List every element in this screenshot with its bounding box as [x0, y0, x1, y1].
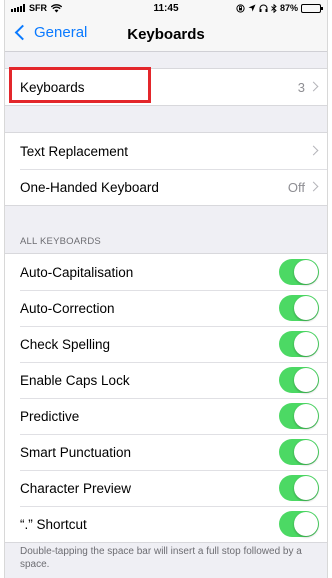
toggle-row-check-spelling: Check Spelling	[5, 326, 327, 362]
keyboards-group: Keyboards 3	[5, 68, 327, 106]
toggle-switch[interactable]	[279, 367, 319, 393]
chevron-right-icon	[308, 145, 319, 156]
all-keyboards-group: Auto-Capitalisation Auto-Correction Chec…	[5, 253, 327, 543]
settings-screen: SFR 11:45 87% General Keyboards Keyboard…	[4, 0, 328, 578]
settings-group: Text Replacement One-Handed Keyboard Off	[5, 132, 327, 206]
rotation-lock-icon	[236, 3, 245, 13]
toggle-switch[interactable]	[279, 331, 319, 357]
row-label: Predictive	[20, 408, 80, 424]
row-label: Enable Caps Lock	[20, 372, 130, 388]
one-handed-keyboard-row[interactable]: One-Handed Keyboard Off	[5, 169, 327, 205]
bluetooth-icon	[271, 3, 277, 13]
row-label: One-Handed Keyboard	[20, 179, 159, 195]
row-value: 3	[297, 79, 305, 95]
row-label: Check Spelling	[20, 336, 111, 352]
chevron-right-icon	[308, 81, 319, 92]
row-label: Keyboards	[20, 79, 85, 95]
row-value: Off	[287, 179, 305, 195]
text-replacement-row[interactable]: Text Replacement	[5, 133, 327, 169]
toggle-row-period-shortcut: “.” Shortcut	[5, 506, 327, 542]
battery-icon	[301, 3, 323, 13]
toggle-row-auto-correction: Auto-Correction	[5, 290, 327, 326]
headphones-icon	[259, 4, 268, 12]
section-header: ALL KEYBOARDS	[20, 236, 101, 247]
toggle-row-smart-punctuation: Smart Punctuation	[5, 434, 327, 470]
row-label: “.” Shortcut	[20, 516, 87, 532]
keyboards-row[interactable]: Keyboards 3	[5, 69, 327, 105]
page-title: Keyboards	[127, 26, 205, 43]
toggle-switch[interactable]	[279, 511, 319, 537]
row-label: Character Preview	[20, 480, 132, 496]
navigation-bar: General Keyboards	[5, 18, 327, 52]
toggle-row-enable-caps-lock: Enable Caps Lock	[5, 362, 327, 398]
row-label: Smart Punctuation	[20, 444, 132, 460]
toggle-switch[interactable]	[279, 259, 319, 285]
row-label: Text Replacement	[20, 143, 129, 159]
footer-note: Double-tapping the space bar will insert…	[20, 546, 302, 570]
row-label: Auto-Capitalisation	[20, 264, 134, 280]
toggle-row-character-preview: Character Preview	[5, 470, 327, 506]
battery-percent: 87%	[279, 3, 298, 13]
chevron-right-icon	[308, 181, 319, 192]
toggle-row-auto-capitalisation: Auto-Capitalisation	[5, 254, 327, 290]
row-label: Auto-Correction	[20, 300, 115, 316]
toggle-switch[interactable]	[279, 439, 319, 465]
toggle-switch[interactable]	[279, 295, 319, 321]
toggle-switch[interactable]	[279, 403, 319, 429]
status-bar: SFR 11:45 87%	[5, 0, 327, 18]
toggle-row-predictive: Predictive	[5, 398, 327, 434]
toggle-switch[interactable]	[279, 475, 319, 501]
location-icon	[248, 4, 256, 12]
